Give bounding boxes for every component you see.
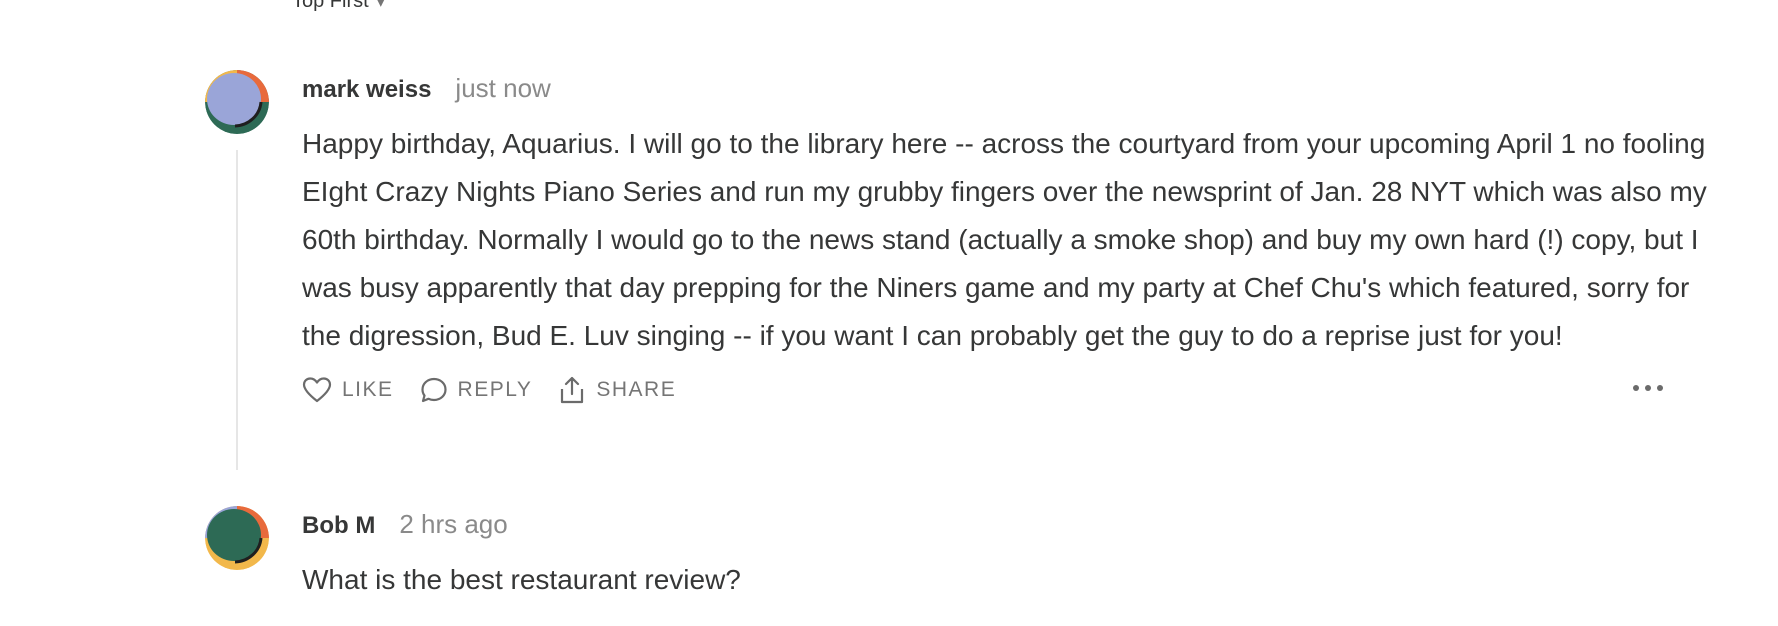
- dot: [1645, 385, 1651, 391]
- timestamp[interactable]: 2 hrs ago: [399, 506, 507, 542]
- avatar[interactable]: [205, 70, 269, 134]
- comment-text: Happy birthday, Aquarius. I will go to t…: [302, 128, 1707, 351]
- sort-dropdown[interactable]: Top First ▾: [292, 0, 385, 13]
- comment-body: Bob M 2 hrs ago What is the best restaur…: [302, 506, 1675, 604]
- share-button[interactable]: SHARE: [558, 375, 676, 405]
- like-button[interactable]: LIKE: [302, 376, 394, 404]
- comment-text: What is the best restaurant review?: [302, 564, 741, 595]
- reply-label: REPLY: [457, 378, 533, 401]
- author-name[interactable]: Bob M: [302, 508, 375, 544]
- avatar[interactable]: [205, 506, 269, 570]
- dot: [1633, 385, 1639, 391]
- reply-button[interactable]: REPLY: [420, 376, 533, 404]
- dot: [1657, 385, 1663, 391]
- like-label: LIKE: [342, 378, 394, 401]
- avatar-image: [205, 70, 269, 134]
- share-icon: [561, 376, 584, 404]
- comment-meta: mark weiss just now: [302, 70, 1675, 106]
- heart-icon: [302, 377, 332, 403]
- more-options-icon[interactable]: [1633, 376, 1663, 400]
- avatar-image: [205, 506, 269, 570]
- author-name[interactable]: mark weiss: [302, 72, 431, 108]
- comment-body: mark weiss just now Happy birthday, Aqua…: [302, 70, 1707, 412]
- thread-line: [236, 150, 238, 470]
- comment-actions: LIKE REPLY SHARE: [302, 368, 1675, 412]
- comment: Bob M 2 hrs ago What is the best restaur…: [205, 506, 1675, 626]
- comment-meta: Bob M 2 hrs ago: [302, 506, 1675, 542]
- comment: mark weiss just now Happy birthday, Aqua…: [205, 70, 1707, 470]
- chevron-down-icon: ▾: [376, 0, 385, 11]
- sort-label: Top First: [292, 0, 369, 12]
- share-label: SHARE: [596, 378, 677, 401]
- timestamp[interactable]: just now: [455, 70, 550, 106]
- speech-bubble-icon: [420, 377, 447, 403]
